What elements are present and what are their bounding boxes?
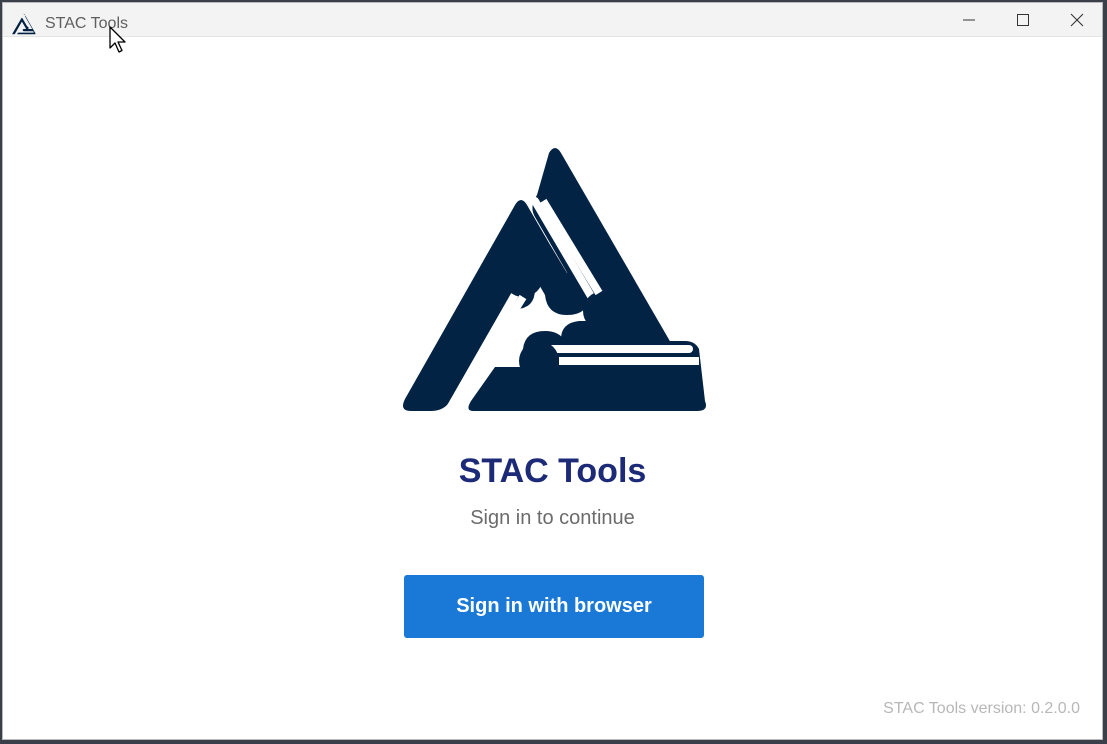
app-title: STAC Tools [458, 452, 647, 490]
minimize-icon [963, 19, 975, 20]
close-icon [1070, 13, 1084, 26]
signin-subtitle: Sign in to continue [470, 507, 635, 529]
minimize-button[interactable] [942, 3, 996, 36]
app-window: STAC Tools STAC Tools Sign in to continu… [2, 2, 1103, 740]
title-bar[interactable]: STAC Tools [3, 3, 1102, 37]
maximize-icon [1017, 13, 1029, 26]
maximize-button[interactable] [996, 3, 1050, 36]
mouse-cursor-icon [109, 26, 126, 53]
version-label: STAC Tools version: 0.2.0.0 [883, 700, 1080, 717]
sign-in-with-browser-button[interactable]: Sign in with browser [404, 575, 704, 638]
stac-logo-icon [12, 13, 36, 35]
stac-logo [403, 148, 706, 414]
close-button[interactable] [1050, 3, 1102, 36]
